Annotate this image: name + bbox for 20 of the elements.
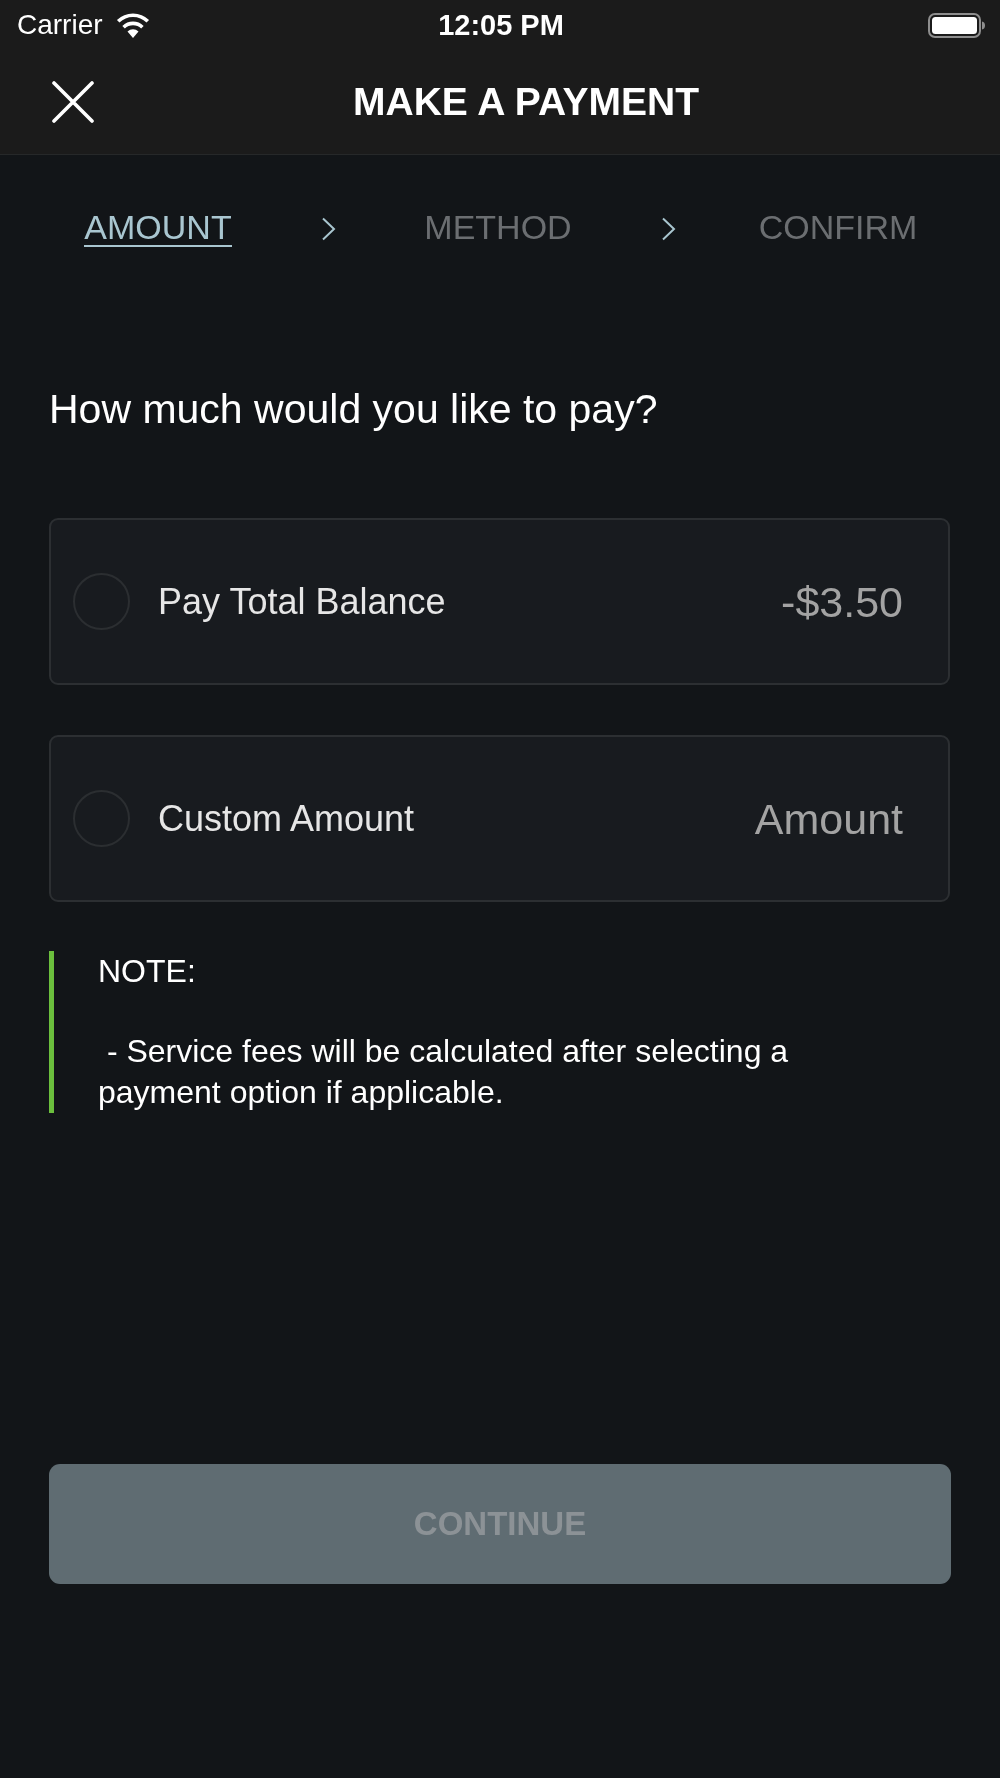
carrier-label: Carrier: [17, 9, 103, 41]
note-text: - Service fees will be calculated after selecting a payment option if applicable.: [98, 1032, 790, 1112]
note-title: NOTE:: [98, 952, 197, 991]
balance-amount: -$3.50: [781, 576, 903, 627]
payment-option-card[interactable]: Custom Amount Amount: [49, 735, 950, 902]
option-label: Pay Total Balance: [158, 580, 446, 623]
clock-time: 12:05 PM: [438, 9, 564, 41]
step-tab[interactable]: METHOD: [424, 210, 572, 247]
close-icon[interactable]: [52, 81, 94, 123]
question-heading: How much would you like to pay?: [49, 385, 659, 434]
payment-option-card[interactable]: Pay Total Balance -$3.50: [49, 518, 950, 685]
option-label: Custom Amount: [158, 797, 415, 840]
chevron-right-icon: [320, 217, 336, 241]
battery-icon: [928, 12, 985, 38]
screen-title: MAKE A PAYMENT: [353, 79, 699, 125]
amount-field[interactable]: Amount: [747, 793, 903, 844]
step-tab[interactable]: CONFIRM: [758, 210, 918, 247]
step-tab[interactable]: AMOUNT: [84, 210, 232, 247]
chevron-right-icon: [660, 217, 676, 241]
wifi-icon: [114, 12, 151, 38]
